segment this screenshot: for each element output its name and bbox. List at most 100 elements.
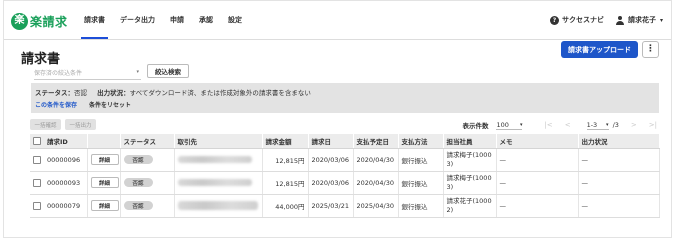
cell-memo: —	[496, 171, 579, 195]
row-checkbox[interactable]	[33, 201, 41, 210]
cell-staff: 請求花子(1000 2)	[443, 194, 497, 218]
column-header-due-date[interactable]: 支払予定日	[353, 134, 399, 149]
logo-mark-icon: 楽	[11, 12, 28, 30]
chevron-down-icon: ▾	[136, 69, 139, 75]
last-page-icon[interactable]: >|	[649, 121, 657, 129]
nav-tab-data-export[interactable]: データ出力	[120, 1, 155, 39]
reset-condition-link[interactable]: 条件をリセット	[89, 102, 131, 109]
cell-client	[174, 148, 263, 172]
table-row[interactable]: 00000093 詳細 否認 12,815円 2020/03/06 2020/0…	[30, 171, 660, 195]
cell-amount: 12,815円	[262, 171, 309, 195]
first-page-icon[interactable]: |<	[544, 121, 552, 129]
row-checkbox[interactable]	[33, 155, 41, 164]
select-all-checkbox[interactable]	[33, 136, 41, 145]
cell-payment-method: 銀行振込	[398, 171, 444, 195]
cell-output-status: —	[578, 194, 660, 218]
cell-payment-method: 銀行振込	[398, 194, 444, 218]
filter-links: この条件を保存 条件をリセット	[35, 100, 131, 109]
page-title: 請求書	[21, 52, 61, 67]
cell-due-date: 2025/04/30	[353, 194, 399, 218]
cell-invoice-date: 2025/03/21	[308, 194, 354, 218]
success-navi-link[interactable]: ? サクセスナビ	[549, 15, 604, 25]
page-range-select[interactable]: 1-3 ▾	[586, 120, 609, 130]
redacted-client-name	[177, 179, 252, 186]
cell-id: 00000079	[30, 194, 88, 218]
cell-payment-method: 銀行振込	[398, 148, 444, 172]
next-page-icon[interactable]: >	[631, 121, 637, 129]
save-condition-link[interactable]: この条件を保存	[35, 102, 77, 109]
table-row[interactable]: 00000096 詳細 否認 12,815円 2020/03/06 2020/0…	[30, 148, 660, 172]
column-header-amount[interactable]: 請求金額	[262, 134, 309, 149]
cell-status: 否認	[120, 194, 175, 218]
redacted-client-name	[177, 156, 252, 163]
status-badge: 否認	[123, 178, 153, 187]
user-name: 請求花子	[627, 16, 656, 24]
invoice-table: 請求ID ステータス 取引先 請求金額 請求日 支払予定日 支払方法 担当社員 …	[30, 134, 660, 218]
pagination: 表示件数 100 ▾ |< < 1-3 ▾ /3 > >|	[462, 119, 657, 131]
row-checkbox[interactable]	[33, 178, 41, 187]
bulk-output-button[interactable]: 一括出力	[65, 119, 96, 130]
column-header-staff[interactable]: 担当社員	[443, 134, 497, 149]
status-badge: 否認	[123, 155, 153, 164]
output-filter-value: すべてダウンロード済、または作成対象外の請求書を含まない	[129, 89, 311, 97]
help-icon: ?	[549, 15, 559, 25]
column-header-output-status[interactable]: 出力状況	[578, 134, 660, 149]
cell-detail: 詳細	[87, 171, 121, 195]
status-filter-value: 否認	[74, 89, 87, 97]
filter-summary-text: ステータス：否認 出力状況：すべてダウンロード済、または作成対象外の請求書を含ま…	[35, 87, 311, 97]
success-navi-label: サクセスナビ	[561, 16, 604, 24]
cell-due-date: 2020/04/30	[353, 171, 399, 195]
cell-invoice-date: 2020/03/06	[308, 171, 354, 195]
top-navigation-bar: 楽 楽請求 請求書 データ出力 申請 承認 設定 ? サクセスナビ 請求花子 ▾	[4, 1, 671, 40]
per-page-value: 100	[496, 120, 509, 129]
app-logo[interactable]: 楽 楽請求	[11, 12, 68, 30]
cell-amount: 12,815円	[262, 148, 309, 172]
column-header-status[interactable]: ステータス	[120, 134, 175, 149]
output-filter-label: 出力状況：	[97, 89, 130, 97]
cell-output-status: —	[578, 148, 660, 172]
status-badge: 否認	[123, 201, 153, 210]
bulk-confirm-button[interactable]: 一括確認	[30, 119, 61, 130]
cell-memo: —	[496, 148, 579, 172]
saved-condition-select[interactable]: 保存済の絞込条件 ▾	[34, 66, 141, 80]
upload-invoice-button[interactable]: 請求書アップロード	[561, 41, 638, 58]
cell-due-date: 2020/04/30	[353, 148, 399, 172]
nav-tab-approval[interactable]: 承認	[199, 1, 213, 39]
chevron-down-icon: ▾	[659, 16, 663, 24]
logo-text: 楽請求	[30, 14, 68, 29]
status-filter-label: ステータス：	[35, 89, 74, 97]
cell-detail: 詳細	[87, 148, 121, 172]
cell-memo: —	[496, 194, 579, 218]
column-header-id[interactable]: 請求ID	[30, 134, 88, 149]
user-icon	[616, 15, 625, 25]
column-header-memo[interactable]: メモ	[496, 134, 579, 149]
column-header-invoice-date[interactable]: 請求日	[308, 134, 354, 149]
table-row[interactable]: 00000079 詳細 否認 44,000円 2025/03/21 2025/0…	[30, 194, 660, 218]
cell-detail: 詳細	[87, 194, 121, 218]
column-header-client[interactable]: 取引先	[174, 134, 263, 149]
per-page-label: 表示件数	[462, 122, 489, 130]
nav-tab-application[interactable]: 申請	[170, 1, 184, 39]
app-window: 楽 楽請求 請求書 データ出力 申請 承認 設定 ? サクセスナビ 請求花子 ▾…	[3, 0, 672, 238]
cell-amount: 44,000円	[262, 194, 309, 218]
nav-tab-invoices[interactable]: 請求書	[81, 1, 108, 39]
kebab-icon: ⋮	[646, 44, 655, 54]
page-range-value: 1-3	[586, 120, 598, 129]
cell-invoice-date: 2020/03/06	[308, 148, 354, 172]
more-options-button[interactable]: ⋮	[642, 41, 659, 58]
prev-page-icon[interactable]: <	[565, 121, 571, 129]
column-header-payment-method[interactable]: 支払方法	[398, 134, 444, 149]
per-page-select[interactable]: 100 ▾	[496, 120, 523, 130]
detail-button[interactable]: 詳細	[90, 200, 119, 211]
user-menu[interactable]: 請求花子 ▾	[616, 15, 663, 25]
detail-button[interactable]: 詳細	[90, 177, 119, 188]
detail-button[interactable]: 詳細	[90, 154, 119, 165]
header-actions: ? サクセスナビ 請求花子 ▾	[538, 1, 663, 39]
chevron-down-icon: ▾	[519, 121, 523, 128]
page-total: /3	[612, 121, 619, 129]
cell-id: 00000093	[30, 171, 88, 195]
cell-client	[174, 171, 263, 195]
filter-search-button[interactable]: 絞込検索	[147, 64, 189, 78]
main-nav: 請求書 データ出力 申請 承認 設定	[81, 1, 257, 39]
nav-tab-settings[interactable]: 設定	[228, 1, 242, 39]
